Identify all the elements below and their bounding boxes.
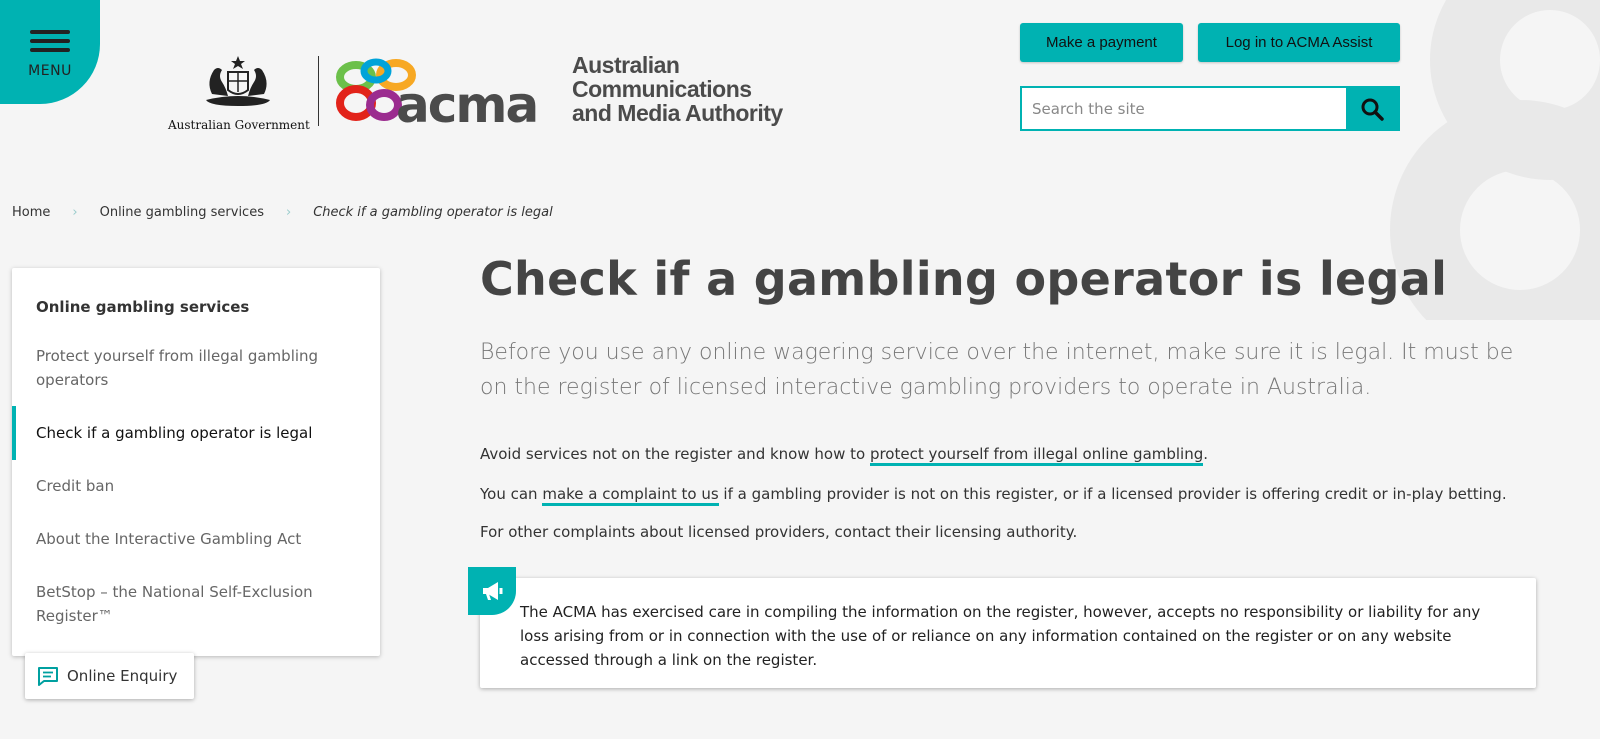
acma-name-line: Communications [572,76,752,102]
search-icon [1361,98,1384,121]
active-indicator [12,406,16,460]
breadcrumb: Home › Online gambling services › Check … [12,205,553,220]
sidebar-item-betstop[interactable]: BetStop – the National Self-Exclusion Re… [36,580,346,628]
paragraph-text: if a gambling provider is not on this re… [718,485,1507,503]
search-button[interactable] [1346,88,1398,129]
breadcrumb-home[interactable]: Home [12,205,50,220]
paragraph-text: . [1203,445,1209,463]
sidebar-title[interactable]: Online gambling services [36,298,249,316]
intro-paragraph-2: You can make a complaint to us if a gamb… [480,485,1507,506]
intro-paragraph-1: Avoid services not on the register and k… [480,445,1209,466]
chevron-right-icon: › [285,205,292,220]
online-enquiry-label: Online Enquiry [67,667,178,685]
sidebar-item-interactive-gambling-act[interactable]: About the Interactive Gambling Act [36,527,346,551]
lead-paragraph: Before you use any online wagering servi… [480,340,1514,400]
acma-name-line: Australian [572,52,680,78]
hamburger-icon [30,25,70,57]
intro-paragraph-3: For other complaints about licensed prov… [480,523,1078,541]
make-payment-button[interactable]: Make a payment [1020,23,1183,62]
disclaimer-notice: The ACMA has exercised care in compiling… [480,578,1536,688]
search-input[interactable] [1022,88,1346,129]
notice-text: The ACMA has exercised care in compiling… [520,603,1481,669]
search-bar [1020,86,1400,131]
australian-government-logo[interactable]: Australian Government [168,54,310,132]
sidebar-nav: Online gambling services Protect yoursel… [12,268,380,656]
online-enquiry-button[interactable]: Online Enquiry [25,653,194,699]
megaphone-icon [468,567,516,615]
acma-full-name: Australian Communications and Media Auth… [572,53,783,125]
make-complaint-link[interactable]: make a complaint to us [542,485,719,506]
breadcrumb-section[interactable]: Online gambling services [100,205,264,220]
coat-of-arms-icon [206,56,270,106]
sidebar-item-protect-yourself[interactable]: Protect yourself from illegal gambling o… [36,344,346,392]
protect-yourself-link[interactable]: protect yourself from illegal online gam… [869,445,1204,466]
menu-button[interactable]: MENU [0,0,100,104]
acma-wordmark: acma [396,76,539,134]
paragraph-text: You can [480,485,543,503]
sidebar-item-credit-ban[interactable]: Credit ban [36,474,346,498]
government-label: Australian Government [168,118,310,132]
chevron-right-icon: › [72,205,78,220]
sidebar-item-check-operator[interactable]: Check if a gambling operator is legal [36,421,346,445]
menu-label: MENU [28,63,72,79]
breadcrumb-current: Check if a gambling operator is legal [313,205,553,220]
logo-divider [318,56,319,126]
acma-name-line: and Media Authority [572,100,783,126]
paragraph-text: Avoid services not on the register and k… [480,445,870,463]
chat-icon [38,667,58,686]
login-acma-assist-button[interactable]: Log in to ACMA Assist [1198,23,1400,62]
page-title: Check if a gambling operator is legal [480,252,1448,306]
